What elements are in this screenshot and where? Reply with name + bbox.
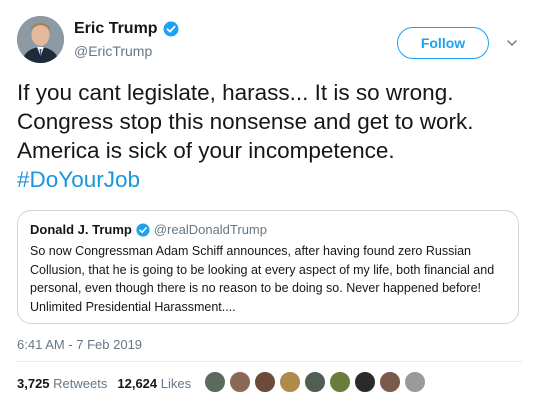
- tweet-body: If you cant legislate, harass... It is s…: [17, 80, 474, 163]
- quoted-tweet-header: Donald J. Trump @realDonaldTrump: [30, 222, 506, 237]
- retweets-stat[interactable]: 3,725 Retweets: [17, 376, 107, 391]
- likes-label: Likes: [160, 376, 192, 391]
- retweets-label: Retweets: [53, 376, 108, 391]
- liker-avatar[interactable]: [254, 371, 276, 393]
- divider: [17, 361, 522, 362]
- hashtag-link[interactable]: #DoYourJob: [17, 167, 140, 192]
- liker-avatar[interactable]: [279, 371, 301, 393]
- liker-avatar[interactable]: [379, 371, 401, 393]
- quoted-tweet[interactable]: Donald J. Trump @realDonaldTrump So now …: [17, 210, 519, 324]
- retweets-count: 3,725: [17, 376, 50, 391]
- tweet-text: If you cant legislate, harass... It is s…: [17, 78, 522, 194]
- verified-badge-icon: [136, 222, 150, 237]
- likers-avatars: [204, 371, 426, 393]
- quoted-author-name: Donald J. Trump: [30, 222, 132, 237]
- liker-avatar[interactable]: [204, 371, 226, 393]
- likes-stat[interactable]: 12,624 Likes: [117, 376, 191, 391]
- author-name-text[interactable]: Eric Trump: [74, 20, 158, 38]
- author-name[interactable]: Eric Trump: [74, 20, 179, 38]
- tweet-stats: 3,725 Retweets 12,624 Likes: [17, 376, 191, 391]
- liker-avatar[interactable]: [304, 371, 326, 393]
- verified-badge-icon: [163, 21, 179, 37]
- likes-count: 12,624: [117, 376, 158, 391]
- author-handle[interactable]: @EricTrump: [74, 43, 152, 59]
- quoted-author-handle: @realDonaldTrump: [153, 222, 267, 237]
- author-avatar[interactable]: [17, 16, 64, 63]
- tweet-timestamp[interactable]: 6:41 AM - 7 Feb 2019: [17, 337, 142, 352]
- liker-avatar[interactable]: [404, 371, 426, 393]
- quoted-tweet-text: So now Congressman Adam Schiff announces…: [30, 244, 495, 314]
- liker-avatar[interactable]: [354, 371, 376, 393]
- chevron-down-icon[interactable]: [505, 36, 519, 50]
- follow-button[interactable]: Follow: [397, 27, 489, 59]
- liker-avatar[interactable]: [229, 371, 251, 393]
- liker-avatar[interactable]: [329, 371, 351, 393]
